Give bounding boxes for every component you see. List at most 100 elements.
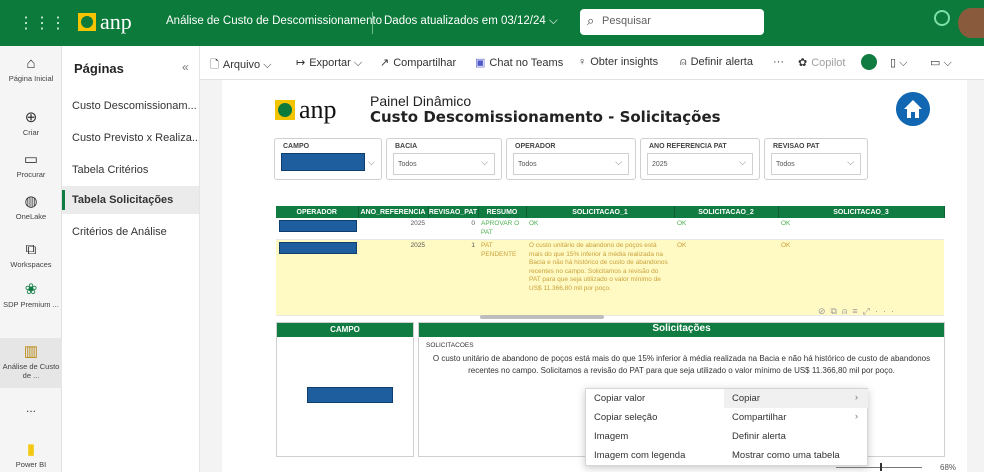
- filter-icon[interactable]: ≡: [852, 306, 862, 316]
- campo-card: CAMPO: [276, 322, 414, 457]
- column-header[interactable]: RESUMO: [478, 206, 527, 218]
- column-header[interactable]: OPERADOR: [276, 206, 359, 218]
- redacted-value: [279, 220, 357, 232]
- page-item[interactable]: Custo Previsto x Realiza...: [62, 124, 199, 152]
- svg-text:anp: anp: [299, 95, 337, 124]
- redacted-value: [307, 387, 393, 403]
- search-placeholder: Pesquisar: [602, 15, 651, 27]
- menu-item-set-alert[interactable]: Definir alerta: [724, 427, 868, 446]
- bookmark-icon[interactable]: ▯ ⌵: [890, 56, 907, 70]
- solicitacao-text[interactable]: O custo unitário de abandono de poços es…: [424, 353, 939, 377]
- more-icon[interactable]: ···: [875, 306, 899, 316]
- menu-item-image[interactable]: Imagem: [586, 427, 721, 446]
- page-item[interactable]: Tabela Critérios: [62, 156, 199, 184]
- pin-icon[interactable]: ⊘: [818, 306, 831, 316]
- slicer-revisao-pat[interactable]: REVISAO PAT Todos ⌵: [764, 138, 868, 180]
- menu-item-image-with-caption[interactable]: Imagem com legenda: [586, 446, 721, 465]
- page-item[interactable]: Critérios de Análise: [62, 218, 199, 246]
- slicer-dropdown[interactable]: Todos ⌵: [771, 153, 861, 175]
- table-cell[interactable]: APROVAR O PAT: [478, 218, 526, 240]
- table-row[interactable]: 2025 1 PAT PENDENTE O custo unitário de …: [276, 239, 944, 316]
- slicer-dropdown[interactable]: Todos ⌵: [393, 153, 495, 175]
- campo-header: CAMPO: [277, 323, 413, 337]
- rail-more[interactable]: ...: [0, 402, 62, 414]
- menu-item-share[interactable]: Compartilhar ›: [724, 408, 868, 427]
- table-cell[interactable]: 2025: [358, 239, 428, 316]
- search-icon: ⌕: [587, 13, 595, 28]
- slicer-ano-referencia[interactable]: ANO REFERENCIA PAT 2025 ⌵: [640, 138, 760, 180]
- rail-current-report[interactable]: ▥ Análise de Custo de ...: [0, 338, 62, 388]
- table-row[interactable]: 2025 0 APROVAR O PAT OK OK OK: [276, 218, 944, 240]
- file-icon: 🗋: [210, 59, 219, 71]
- rail-powerbi[interactable]: ▮ Power BI: [0, 440, 62, 469]
- top-bar: ⋮⋮⋮ anp Análise de Custo de Descomission…: [0, 0, 984, 46]
- page-item[interactable]: Custo Descomissionam...: [62, 92, 199, 120]
- search-input[interactable]: ⌕ Pesquisar: [580, 9, 764, 35]
- share-button[interactable]: ↗ Compartilhar: [380, 56, 456, 69]
- slicer-dropdown[interactable]: 2025 ⌵: [647, 153, 753, 175]
- rail-premium[interactable]: ❀ SDP Premium ...: [0, 280, 62, 309]
- avatar[interactable]: [958, 8, 984, 38]
- rail-workspaces[interactable]: ⧉ Workspaces: [0, 240, 62, 269]
- slicer-dropdown[interactable]: Todos ⌵: [513, 153, 629, 175]
- slicer-campo[interactable]: CAMPO ⌵: [274, 138, 382, 180]
- report-name[interactable]: Análise de Custo de Descomissionamento: [166, 15, 382, 27]
- rail-create[interactable]: ⊕ Criar: [0, 108, 62, 137]
- rail-browse[interactable]: ▭ Procurar: [0, 150, 62, 179]
- slicer-operador[interactable]: OPERADOR Todos ⌵: [506, 138, 636, 180]
- table-cell[interactable]: [276, 218, 358, 240]
- zoom-control[interactable]: 68%: [830, 462, 984, 472]
- table-cell[interactable]: OK: [674, 239, 778, 316]
- table-cell[interactable]: OK: [526, 218, 674, 240]
- column-header[interactable]: SOLICITACAO_3: [778, 206, 945, 218]
- column-header[interactable]: REVISAO_PAT: [428, 206, 479, 218]
- copy-icon[interactable]: ⧉: [831, 306, 842, 316]
- focus-icon[interactable]: ⤢: [863, 306, 875, 316]
- view-icon[interactable]: ▭ ⌵: [930, 56, 952, 70]
- teams-chat-button[interactable]: ▣ Chat no Teams: [475, 56, 563, 69]
- column-header[interactable]: SOLICITACAO_2: [674, 206, 779, 218]
- page-item-active[interactable]: Tabela Solicitações: [62, 186, 199, 214]
- refresh-icon[interactable]: [861, 54, 877, 70]
- chevron-down-icon: ⌵: [548, 15, 558, 27]
- rail-onelake[interactable]: ◍ OneLake: [0, 192, 62, 221]
- export-menu[interactable]: ↦ Exportar ⌵: [296, 56, 362, 70]
- notification-icon[interactable]: [934, 10, 950, 26]
- menu-item-copy-selection[interactable]: Copiar seleção: [586, 408, 721, 427]
- more-options-button[interactable]: ···: [773, 56, 784, 68]
- table-cell[interactable]: O custo unitário de abandono de poços es…: [526, 239, 674, 316]
- menu-item-copy[interactable]: Copiar ›: [724, 389, 868, 408]
- home-button-icon[interactable]: [896, 92, 930, 126]
- zoom-slider[interactable]: [836, 467, 922, 468]
- collapse-icon[interactable]: «: [182, 60, 189, 74]
- table-cell[interactable]: 1: [428, 239, 478, 316]
- slicer-bacia[interactable]: BACIA Todos ⌵: [386, 138, 502, 180]
- table-cell[interactable]: [276, 239, 358, 316]
- table-cell[interactable]: 0: [428, 218, 478, 240]
- visual-header-icons[interactable]: ⊘⧉⍝≡⤢···: [818, 306, 899, 317]
- table-header-row: OPERADOR ANO_REFERENCIA REVISAO_PAT RESU…: [276, 206, 945, 218]
- redacted-value: [279, 242, 357, 254]
- redacted-value: [281, 153, 365, 171]
- data-updated-label[interactable]: Dados atualizados em 03/12/24 ⌵: [384, 15, 558, 28]
- table-scrollbar[interactable]: [480, 315, 604, 319]
- file-menu[interactable]: 🗋 Arquivo ⌵: [210, 56, 272, 75]
- table-cell[interactable]: 2025: [358, 218, 428, 240]
- table-cell[interactable]: OK: [674, 218, 778, 240]
- insights-button[interactable]: ♀ Obter insights: [578, 56, 658, 68]
- menu-item-copy-value[interactable]: Copiar valor: [586, 389, 721, 408]
- rail-home[interactable]: ⌂ Página Inicial: [0, 54, 62, 83]
- table-cell[interactable]: OK: [778, 218, 944, 240]
- set-alert-button[interactable]: ⍝ Definir alerta: [680, 56, 753, 69]
- copilot-button[interactable]: ✿ Copilot: [798, 56, 845, 69]
- workspaces-icon: ⧉: [25, 241, 37, 258]
- share-icon: ↗: [380, 57, 390, 69]
- column-header[interactable]: SOLICITACAO_1: [526, 206, 675, 218]
- app-launcher-icon[interactable]: ⋮⋮⋮: [18, 13, 66, 33]
- table-cell[interactable]: OK: [778, 239, 944, 316]
- table-cell[interactable]: PAT PENDENTE: [478, 239, 526, 316]
- bell-icon[interactable]: ⍝: [842, 306, 852, 316]
- premium-icon: ❀: [24, 281, 38, 298]
- zoom-slider-handle[interactable]: [880, 463, 882, 471]
- column-header[interactable]: ANO_REFERENCIA: [358, 206, 429, 218]
